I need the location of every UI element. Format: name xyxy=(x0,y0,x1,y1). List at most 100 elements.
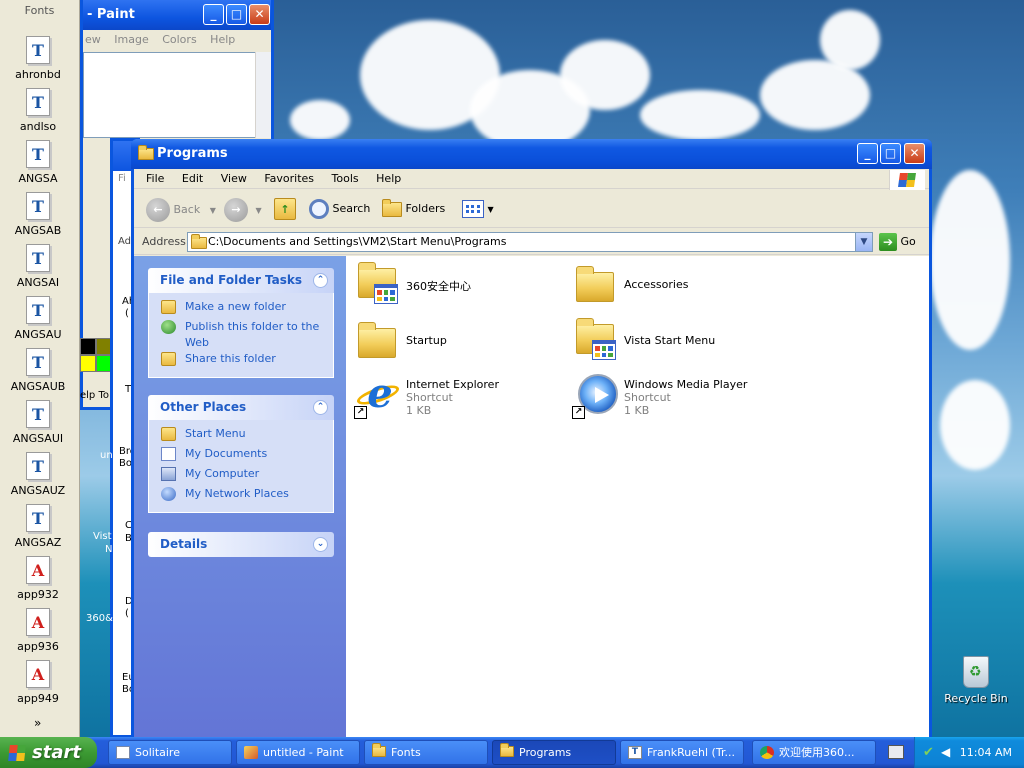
file-name: Startup xyxy=(406,334,447,347)
taskbar-360-browser[interactable]: 欢迎使用360... xyxy=(752,740,876,765)
programs-window: Programs _ □ ✕ File Edit View Favorites … xyxy=(131,139,932,738)
font-item-angsaz[interactable]: T ANGSAZ xyxy=(0,504,76,549)
taskbar-programs[interactable]: Programs xyxy=(492,740,616,765)
paint-menu-image[interactable]: Image xyxy=(114,33,148,46)
menubar: File Edit View Favorites Tools Help xyxy=(134,169,929,190)
font-item-angsaui[interactable]: T ANGSAUI xyxy=(0,400,76,445)
menu-tools[interactable]: Tools xyxy=(332,172,359,185)
bg-fragment: 360& xyxy=(86,613,113,624)
paint-color-palette[interactable] xyxy=(80,338,112,372)
bg-fragment: ( xyxy=(125,608,129,619)
paint-close-button[interactable]: ✕ xyxy=(249,4,270,25)
more-chevron[interactable]: » xyxy=(34,716,41,730)
paint-maximize-button[interactable]: □ xyxy=(226,4,247,25)
font-item-app936[interactable]: Aapp936 xyxy=(0,608,76,653)
collapse-icon[interactable]: ⌃ xyxy=(313,273,328,288)
folder-icon xyxy=(191,234,207,249)
font-item-angsauz[interactable]: T ANGSAUZ xyxy=(0,452,76,497)
paint-minimize-button[interactable]: _ xyxy=(203,4,224,25)
share-folder-link[interactable]: Share this folder xyxy=(161,351,333,371)
keyboard-icon[interactable] xyxy=(888,745,904,759)
font-item-andlso[interactable]: Tandlso xyxy=(0,88,76,133)
address-input[interactable]: C:\Documents and Settings\VM2\Start Menu… xyxy=(187,232,873,252)
folder-up-icon: ↑ xyxy=(274,198,296,220)
taskbar-frankruehl[interactable]: T FrankRuehl (Tr... xyxy=(620,740,744,765)
cards-icon xyxy=(116,746,130,759)
file-list: 360安全中心 Accessories Startup Vista Start … xyxy=(346,256,929,738)
maximize-button[interactable]: □ xyxy=(880,143,901,164)
truetype-font-icon: T xyxy=(26,348,50,376)
folders-button[interactable]: Folders xyxy=(382,198,445,222)
taskbar-solitaire[interactable]: Solitaire xyxy=(108,740,232,765)
file-item-startup[interactable]: Startup xyxy=(350,316,560,366)
programs-title: Programs xyxy=(157,146,228,161)
file-item-internet-explorer[interactable]: e ↗ Internet Explorer Shortcut 1 KB xyxy=(350,372,560,422)
back-arrow-icon: ← xyxy=(146,198,170,222)
menu-favorites[interactable]: Favorites xyxy=(264,172,314,185)
up-button[interactable]: ↑ xyxy=(274,198,296,222)
taskbar-paint[interactable]: untitled - Paint xyxy=(236,740,360,765)
minimize-button[interactable]: _ xyxy=(857,143,878,164)
back-button[interactable]: ← Back ▼ xyxy=(146,198,216,222)
file-item-accessories[interactable]: Accessories xyxy=(568,260,778,310)
my-documents-link[interactable]: My Documents xyxy=(161,446,333,466)
menu-help[interactable]: Help xyxy=(376,172,401,185)
font-item-app932[interactable]: Aapp932 xyxy=(0,556,76,601)
other-places-header[interactable]: Other Places ⌃ xyxy=(148,395,334,420)
paint-menu-view[interactable]: ew xyxy=(85,33,101,46)
checkmark-shield-icon[interactable]: ✔ xyxy=(923,745,937,760)
truetype-font-icon: T xyxy=(26,296,50,324)
file-item-windows-media-player[interactable]: ↗ Windows Media Player Shortcut 1 KB xyxy=(568,372,778,422)
publish-folder-link[interactable]: Publish this folder to the Web xyxy=(161,319,333,351)
forward-button[interactable]: → ▼ xyxy=(224,198,262,222)
font-item-angsaub[interactable]: T ANGSAUB xyxy=(0,348,76,393)
taskbar-fonts[interactable]: Fonts xyxy=(364,740,488,765)
search-button[interactable]: Search xyxy=(309,198,370,222)
desktop-cloud xyxy=(290,100,350,140)
my-network-places-link[interactable]: My Network Places xyxy=(161,486,333,506)
views-button[interactable]: ▼ xyxy=(462,198,494,222)
programs-titlebar[interactable]: Programs _ □ ✕ xyxy=(131,139,932,169)
font-item-angsai[interactable]: T ANGSAI xyxy=(0,244,76,289)
collapse-icon[interactable]: ⌃ xyxy=(313,400,328,415)
start-button[interactable]: start xyxy=(0,737,97,768)
go-button[interactable]: ➔ Go xyxy=(879,233,916,251)
chevron-down-icon: ▼ xyxy=(209,206,216,215)
go-arrow-icon: ➔ xyxy=(879,233,897,251)
speaker-icon[interactable]: ◀ xyxy=(941,745,955,759)
program-group-icon xyxy=(592,340,616,360)
font-item-angsa[interactable]: T ANGSA xyxy=(0,140,76,185)
menu-view[interactable]: View xyxy=(221,172,247,185)
paint-canvas[interactable] xyxy=(83,52,263,138)
chevron-down-icon[interactable]: ▼ xyxy=(855,233,872,251)
menu-edit[interactable]: Edit xyxy=(182,172,203,185)
desktop-cloud xyxy=(940,380,1010,470)
make-new-folder-link[interactable]: Make a new folder xyxy=(161,299,333,319)
file-size: 1 KB xyxy=(624,404,650,417)
close-button[interactable]: ✕ xyxy=(904,143,925,164)
my-computer-link[interactable]: My Computer xyxy=(161,466,333,486)
file-item-vista-start-menu[interactable]: Vista Start Menu xyxy=(568,316,778,366)
file-type: Shortcut xyxy=(624,391,671,404)
font-item-app949[interactable]: Aapp949 xyxy=(0,660,76,705)
start-menu-link[interactable]: Start Menu xyxy=(161,426,333,446)
font-item-ahronbd[interactable]: Tahronbd xyxy=(0,36,76,81)
file-item-360[interactable]: 360安全中心 xyxy=(350,260,560,310)
shortcut-arrow-icon: ↗ xyxy=(354,406,367,419)
paint-menu-help[interactable]: Help xyxy=(210,33,235,46)
menu-file[interactable]: File xyxy=(146,172,164,185)
clock[interactable]: 11:04 AM xyxy=(960,746,1012,759)
details-header[interactable]: Details ⌄ xyxy=(148,532,334,557)
recycle-bin[interactable]: Recycle Bin xyxy=(944,656,1008,705)
address-bar: Address C:\Documents and Settings\VM2\St… xyxy=(134,229,929,255)
paint-scrollbar[interactable] xyxy=(255,52,271,138)
paint-menu-colors[interactable]: Colors xyxy=(162,33,196,46)
font-item-angsau[interactable]: T ANGSAU xyxy=(0,296,76,341)
font-item-angsab[interactable]: T ANGSAB xyxy=(0,192,76,237)
search-icon xyxy=(309,199,329,219)
chevron-down-icon: ▼ xyxy=(487,205,494,214)
file-name: Accessories xyxy=(624,278,689,291)
folder-icon xyxy=(500,743,514,757)
file-folder-tasks-header[interactable]: File and Folder Tasks ⌃ xyxy=(148,268,334,293)
expand-icon[interactable]: ⌄ xyxy=(313,537,328,552)
